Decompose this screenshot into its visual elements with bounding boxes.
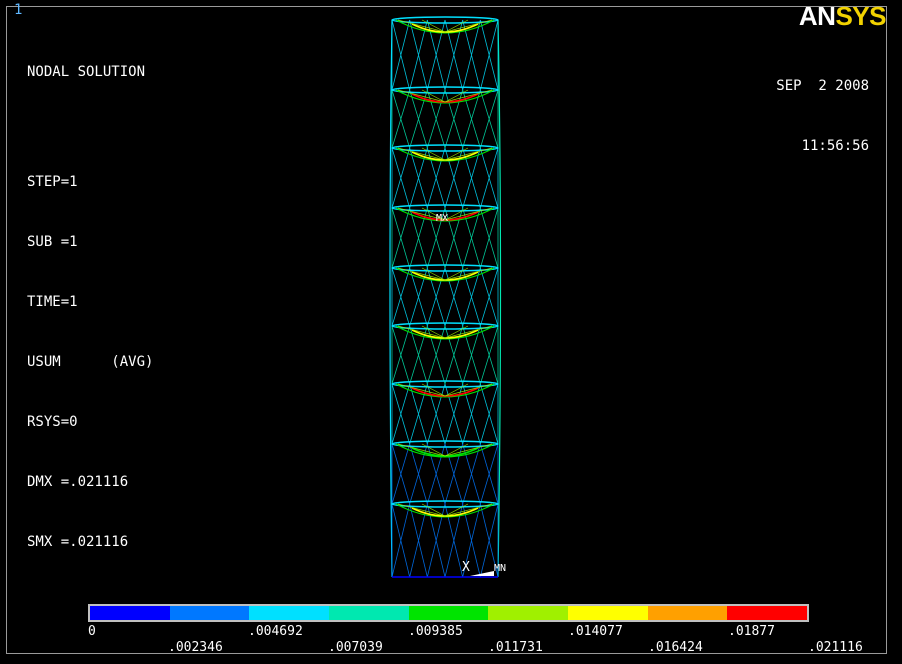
mesh-dish-inner	[411, 329, 479, 339]
time-label: TIME=1	[27, 294, 78, 310]
ansys-logo: ANSYS	[798, 1, 887, 31]
legend-label-bottom-4: .016424	[648, 640, 703, 655]
legend-color-7	[568, 606, 648, 620]
legend-label-bottom-3: .011731	[488, 640, 543, 655]
legend-label-top-4: .014077	[568, 624, 623, 639]
mesh-dish-inner	[411, 387, 479, 397]
date-label: SEP 2 2008	[776, 78, 869, 94]
legend-color-4	[329, 606, 409, 620]
legend-color-8	[647, 606, 728, 620]
mesh-lattice-band	[391, 89, 499, 149]
mesh-lattice-band	[391, 147, 499, 209]
min-marker: MN	[494, 563, 507, 574]
max-marker: MX	[436, 213, 449, 224]
mesh-dish-inner	[411, 151, 479, 161]
mesh-dish-inner	[411, 447, 479, 457]
mesh-dish-inner	[411, 271, 479, 281]
triad-x-label: X	[462, 560, 470, 575]
substep-label: SUB =1	[27, 234, 78, 250]
legend-label-top-3: .009385	[408, 624, 463, 639]
legend-color-5	[408, 606, 489, 620]
solution-info-block: NODAL SOLUTION STEP=1 SUB =1 TIME=1 USUM…	[27, 22, 153, 572]
mesh-lattice-band	[391, 19, 499, 91]
legend-label-top-1: 0	[88, 624, 96, 639]
legend-color-9	[727, 606, 808, 620]
legend-color-3	[249, 606, 330, 620]
legend-color-1	[90, 606, 170, 620]
window-number: 1	[14, 2, 23, 18]
usum-label: USUM (AVG)	[27, 354, 154, 370]
nodal-solution-title: NODAL SOLUTION	[27, 64, 146, 80]
contour-legend-bar	[88, 604, 809, 622]
legend-label-bottom-5: .021116	[808, 640, 863, 655]
datetime-block: SEP 2 2008 11:56:56	[776, 36, 869, 176]
mesh-dish-inner	[411, 93, 479, 103]
mesh-dish-inner	[411, 507, 479, 517]
legend-label-bottom-2: .007039	[328, 640, 383, 655]
mesh-lattice-band	[391, 383, 499, 445]
mesh-lattice-band	[391, 267, 499, 327]
smx-label: SMX =.021116	[27, 534, 129, 550]
mesh-lattice-band	[391, 325, 499, 385]
dmx-label: DMX =.021116	[27, 474, 129, 490]
rsys-label: RSYS=0	[27, 414, 78, 430]
legend-color-2	[169, 606, 250, 620]
mesh-lattice-band	[391, 503, 499, 578]
mesh-dish-inner	[411, 23, 479, 33]
legend-label-bottom-1: .002346	[168, 640, 223, 655]
logo-part-an: AN	[798, 1, 836, 31]
step-label: STEP=1	[27, 174, 78, 190]
logo-part-sys: SYS	[835, 1, 886, 31]
legend-color-6	[488, 606, 569, 620]
legend-label-top-2: .004692	[248, 624, 303, 639]
mesh-model-plot[interactable]	[380, 10, 515, 585]
mesh-lattice-band	[391, 443, 499, 505]
time-of-day-label: 11:56:56	[801, 138, 869, 154]
legend-label-top-5: .01877	[728, 624, 775, 639]
